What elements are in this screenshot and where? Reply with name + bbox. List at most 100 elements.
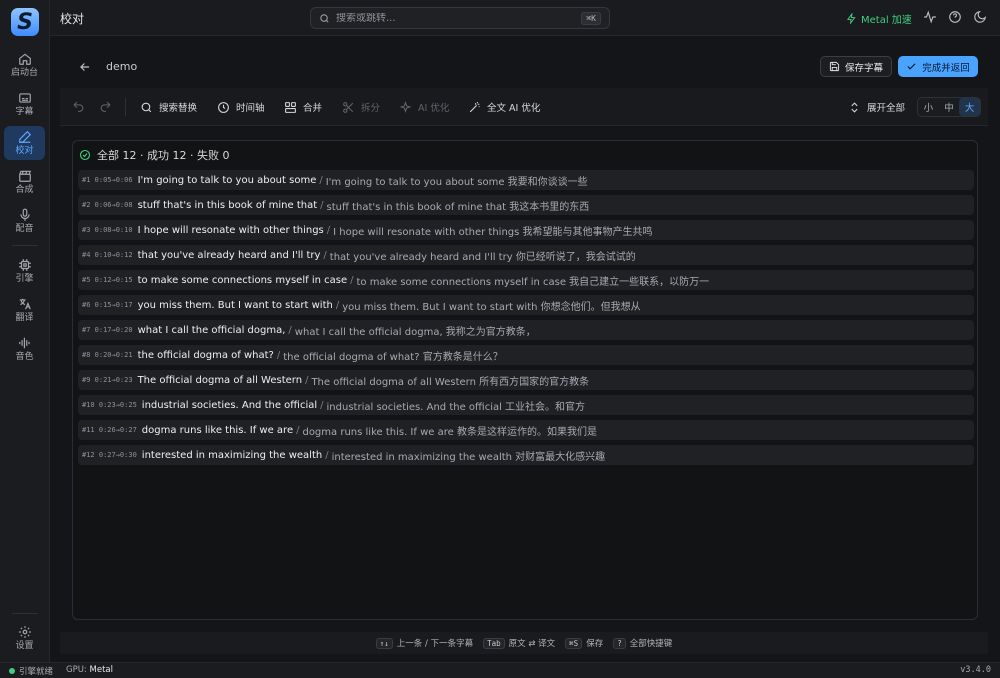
segment-index-time: #6 0:15→0:17 bbox=[82, 301, 133, 309]
full-ai-optimize-button[interactable]: 全文 AI 优化 bbox=[468, 100, 540, 114]
app-version: v3.4.0 bbox=[960, 665, 991, 675]
gpu-label: GPU: bbox=[66, 665, 87, 675]
segment-source-text[interactable]: The official dogma of all Western bbox=[138, 375, 302, 386]
segment-separator: / bbox=[296, 424, 300, 436]
segment-list: #1 0:05→0:06 I'm going to talk to you abo… bbox=[78, 170, 974, 470]
segment-row[interactable]: #11 0:26→0:27 dogma runs like this. If we… bbox=[78, 420, 974, 440]
redo-icon bbox=[100, 101, 111, 112]
sidebar-item-label: 字幕 bbox=[15, 107, 34, 117]
segment-translation-text[interactable]: The official dogma of all Western 所有西方国家… bbox=[311, 373, 589, 388]
sidebar-item-dubbing[interactable]: 配音 bbox=[4, 204, 45, 238]
sidebar-item-voice[interactable]: 音色 bbox=[4, 332, 45, 366]
sidebar-item-engine[interactable]: 引擎 bbox=[4, 254, 45, 288]
segment-translation-text[interactable]: I'm going to talk to you about some 我要和你… bbox=[326, 173, 588, 188]
full-ai-optimize-label: 全文 AI 优化 bbox=[487, 103, 541, 114]
segment-index-time: #5 0:12→0:15 bbox=[82, 276, 133, 284]
segment-source-text[interactable]: that you've already heard and I'll try bbox=[138, 250, 321, 261]
sidebar-item-subtitles[interactable]: 字幕 bbox=[4, 87, 45, 121]
segment-index-time: #10 0:23→0:25 bbox=[82, 401, 137, 409]
sidebar-divider bbox=[12, 245, 38, 246]
segment-separator: / bbox=[323, 249, 327, 261]
sidebar-item-translate[interactable]: 翻译 bbox=[4, 293, 45, 327]
segment-translation-text[interactable]: what I call the official dogma, 我称之为官方教条… bbox=[295, 323, 536, 338]
ai-optimize-button[interactable]: AI 优化 bbox=[399, 100, 449, 114]
finish-and-return-label: 完成并返回 bbox=[922, 62, 970, 74]
redo-button[interactable] bbox=[99, 100, 112, 113]
segment-source-text[interactable]: dogma runs like this. If we are bbox=[142, 425, 293, 436]
segment-row[interactable]: #8 0:20→0:21 the official dogma of what? /… bbox=[78, 345, 974, 365]
segment-row[interactable]: #1 0:05→0:06 I'm going to talk to you abo… bbox=[78, 170, 974, 190]
segment-row[interactable]: #7 0:17→0:20 what I call the official dog… bbox=[78, 320, 974, 340]
sidebar-item-compose[interactable]: 合成 bbox=[4, 165, 45, 199]
undo-icon bbox=[73, 101, 84, 112]
search-box[interactable]: ⌘K bbox=[310, 7, 610, 29]
segment-translation-text[interactable]: I hope will resonate with other things 我… bbox=[333, 223, 652, 238]
segment-row[interactable]: #10 0:23→0:25 industrial societies. And t… bbox=[78, 395, 974, 415]
shortcut-key: ? bbox=[613, 637, 626, 649]
activity-icon[interactable] bbox=[923, 10, 937, 24]
segment-source-text[interactable]: industrial societies. And the official bbox=[142, 400, 317, 411]
segment-translation-text[interactable]: dogma runs like this. If we are 教条是这样运作的… bbox=[302, 423, 596, 438]
segment-translation-text[interactable]: that you've already heard and I'll try 你… bbox=[330, 248, 636, 263]
segment-row[interactable]: #3 0:08→0:10 I hope will resonate with ot… bbox=[78, 220, 974, 240]
finish-and-return-button[interactable]: 完成并返回 bbox=[898, 56, 978, 77]
segment-row[interactable]: #5 0:12→0:15 to make some connections mys… bbox=[78, 270, 974, 290]
size-medium-option[interactable]: 中 bbox=[939, 98, 960, 116]
segment-translation-text[interactable]: industrial societies. And the official 工… bbox=[327, 398, 586, 413]
split-label: 拆分 bbox=[361, 103, 381, 114]
size-small-option[interactable]: 小 bbox=[918, 98, 939, 116]
theme-toggle-icon[interactable] bbox=[973, 10, 987, 24]
toolbar-divider bbox=[125, 98, 126, 116]
timeline-button[interactable]: 时间轴 bbox=[217, 100, 265, 114]
segment-panel: 全部 12 · 成功 12 · 失败 0 #1 0:05→0:06 I'm goi… bbox=[72, 140, 978, 620]
sidebar-item-proofread[interactable]: 校对 bbox=[4, 126, 45, 160]
size-large-option[interactable]: 大 bbox=[959, 98, 981, 116]
segment-source-text[interactable]: what I call the official dogma, bbox=[138, 325, 286, 336]
segment-translation-text[interactable]: stuff that's in this book of mine that 我… bbox=[327, 198, 590, 213]
sidebar-item-label: 校对 bbox=[15, 146, 34, 156]
search-replace-label: 搜索替换 bbox=[159, 103, 198, 114]
segment-row[interactable]: #12 0:27→0:30 interested in maximizing th… bbox=[78, 445, 974, 465]
gear-icon bbox=[18, 626, 31, 638]
segment-source-text[interactable]: stuff that's in this book of mine that bbox=[138, 200, 318, 211]
segment-row[interactable]: #9 0:21→0:23 The official dogma of all We… bbox=[78, 370, 974, 390]
segment-translation-text[interactable]: the official dogma of what? 官方教条是什么？ bbox=[283, 348, 502, 363]
summary-text: 全部 12 · 成功 12 · 失败 0 bbox=[97, 149, 230, 162]
segment-source-text[interactable]: I'm going to talk to you about some bbox=[138, 175, 317, 186]
merge-button[interactable]: 合并 bbox=[284, 100, 322, 114]
segment-source-text[interactable]: you miss them. But I want to start with bbox=[138, 300, 333, 311]
segment-source-text[interactable]: to make some connections myself in case bbox=[138, 275, 348, 286]
segment-source-text[interactable]: interested in maximizing the wealth bbox=[142, 450, 322, 461]
shortcut-key: ⌘S bbox=[565, 637, 583, 649]
metal-acceleration-badge[interactable]: Metal 加速 bbox=[846, 11, 912, 26]
sidebar-item-label: 引擎 bbox=[15, 274, 34, 284]
segment-translation-text[interactable]: interested in maximizing the wealth 对财富最… bbox=[332, 448, 606, 463]
segment-row[interactable]: #2 0:06→0:08 stuff that's in this book of… bbox=[78, 195, 974, 215]
segment-row[interactable]: #4 0:10→0:12 that you've already heard an… bbox=[78, 245, 974, 265]
segment-separator: / bbox=[305, 374, 309, 386]
sidebar-item-settings[interactable]: 设置 bbox=[4, 621, 45, 655]
segment-row[interactable]: #6 0:15→0:17 you miss them. But I want to… bbox=[78, 295, 974, 315]
shortcut-hint: ⌘S 保存 bbox=[565, 637, 603, 649]
split-button[interactable]: 拆分 bbox=[342, 100, 380, 114]
shortcut-key: Tab bbox=[483, 637, 505, 649]
undo-button[interactable] bbox=[72, 100, 85, 113]
segment-translation-text[interactable]: to make some connections myself in case … bbox=[356, 273, 709, 288]
expand-all-button[interactable]: 展开全部 bbox=[848, 100, 905, 114]
save-icon bbox=[829, 61, 840, 72]
save-subtitles-button[interactable]: 保存字幕 bbox=[820, 56, 892, 77]
segment-separator: / bbox=[276, 349, 281, 361]
back-arrow-icon[interactable] bbox=[78, 60, 92, 74]
sidebar-item-launchpad[interactable]: 启动台 bbox=[4, 48, 45, 82]
segment-source-text[interactable]: I hope will resonate with other things bbox=[138, 225, 324, 236]
search-input[interactable] bbox=[336, 12, 576, 24]
search-replace-button[interactable]: 搜索替换 bbox=[140, 100, 197, 114]
shortcut-hint: ? 全部快捷键 bbox=[613, 637, 672, 649]
home-icon bbox=[18, 53, 31, 65]
help-icon[interactable] bbox=[948, 10, 962, 24]
metal-label: Metal 加速 bbox=[861, 15, 912, 26]
segment-source-text[interactable]: the official dogma of what? bbox=[138, 350, 274, 361]
segment-translation-text[interactable]: you miss them. But I want to start with … bbox=[342, 298, 640, 313]
status-bar: 引擎就绪 GPU: Metal v3.4.0 bbox=[0, 662, 1000, 678]
search-shortcut: ⌘K bbox=[581, 11, 601, 25]
